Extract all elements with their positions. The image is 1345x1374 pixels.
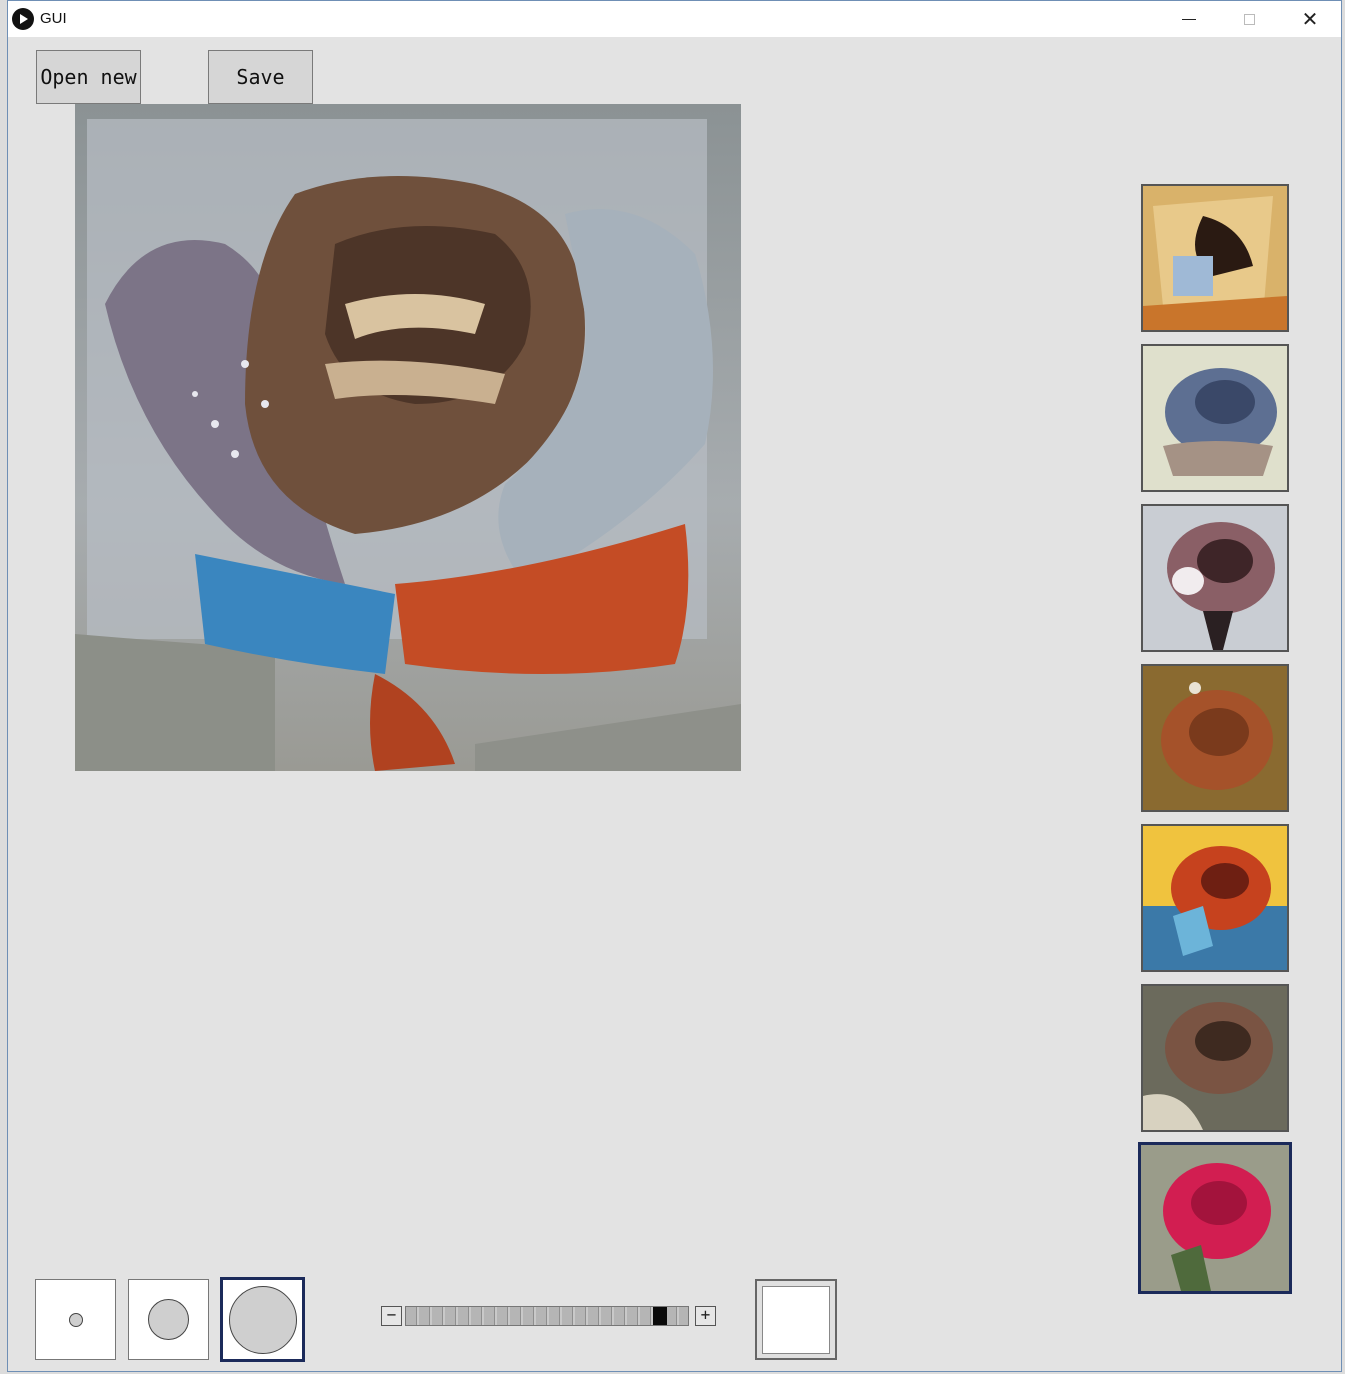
- style-thumbnail-6[interactable]: [1141, 984, 1289, 1132]
- close-button[interactable]: ✕: [1281, 1, 1339, 37]
- opacity-slider[interactable]: [405, 1306, 689, 1326]
- brush-size-large-button[interactable]: [220, 1277, 305, 1362]
- medium-circle-icon: [148, 1299, 189, 1340]
- style-thumbnail-1[interactable]: [1141, 184, 1289, 332]
- style-thumbnail-2[interactable]: [1141, 344, 1289, 492]
- minimize-button[interactable]: [1160, 1, 1218, 37]
- maximize-icon: [1243, 13, 1255, 25]
- color-picker-button[interactable]: [755, 1279, 837, 1360]
- minimize-icon: [1182, 18, 1196, 20]
- thumbnail-image: [1143, 986, 1287, 1130]
- small-circle-icon: [68, 1312, 83, 1327]
- style-thumbnail-7[interactable]: [1138, 1142, 1292, 1294]
- thumbnail-image: [1143, 346, 1287, 490]
- title-bar[interactable]: GUI ✕: [8, 1, 1341, 37]
- painting-canvas[interactable]: [75, 104, 741, 771]
- save-button[interactable]: Save: [208, 50, 313, 104]
- thumbnail-image: [1143, 506, 1287, 650]
- thumbnail-image: [1143, 826, 1287, 970]
- large-circle-icon: [228, 1285, 297, 1354]
- brush-size-medium-button[interactable]: [128, 1279, 209, 1360]
- slider-thumb[interactable]: [653, 1307, 667, 1325]
- window-title: GUI: [40, 10, 67, 27]
- app-play-icon: [12, 8, 34, 30]
- app-window: GUI ✕ Open new Save − +: [7, 0, 1342, 1372]
- canvas-image: [75, 104, 741, 771]
- maximize-button[interactable]: [1220, 1, 1278, 37]
- current-color-swatch: [762, 1285, 830, 1354]
- slider-decrease-button[interactable]: −: [381, 1306, 402, 1326]
- thumbnail-image: [1143, 186, 1287, 330]
- style-thumbnail-4[interactable]: [1141, 664, 1289, 812]
- open-new-button[interactable]: Open new: [36, 50, 141, 104]
- thumbnail-image: [1141, 1145, 1289, 1291]
- slider-increase-button[interactable]: +: [695, 1306, 716, 1326]
- style-thumbnail-5[interactable]: [1141, 824, 1289, 972]
- style-thumbnail-3[interactable]: [1141, 504, 1289, 652]
- thumbnail-image: [1143, 666, 1287, 810]
- brush-size-small-button[interactable]: [35, 1279, 116, 1360]
- close-icon: ✕: [1301, 7, 1319, 31]
